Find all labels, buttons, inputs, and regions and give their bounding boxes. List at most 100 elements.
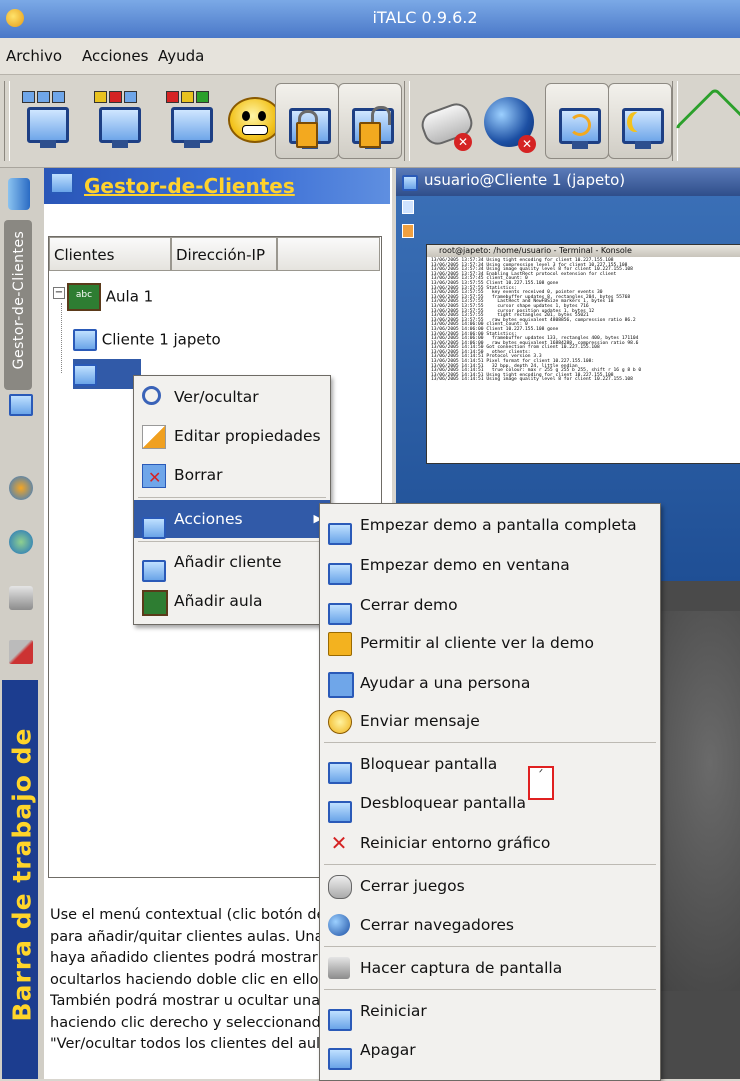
context-menu: Ver/ocultar Editar propiedades ✕ Borrar … xyxy=(133,375,331,625)
fullscreen-demo-icon xyxy=(22,91,65,103)
column-header-clients[interactable]: Clientes xyxy=(49,237,171,271)
add-client-icon xyxy=(142,551,166,582)
unlock-icon xyxy=(328,792,352,823)
client-window-header: usuario@Cliente 1 (japeto) xyxy=(396,168,740,196)
camera-icon[interactable] xyxy=(9,586,33,610)
restart-x-icon: ✕ xyxy=(330,831,348,855)
message-icon xyxy=(228,97,282,143)
network-icon[interactable] xyxy=(9,530,33,554)
close-browsers-button[interactable]: ✕ xyxy=(478,83,540,157)
window-demo-icon xyxy=(94,91,137,103)
client-manager-icon xyxy=(50,172,76,198)
client-manager-tab[interactable]: Gestor-de-Clientes xyxy=(4,220,32,390)
edit-icon xyxy=(142,425,166,449)
help-person-icon xyxy=(328,672,354,698)
tree-item-client-2[interactable]: Cliente 2 xyxy=(73,359,141,413)
client-1-label: Cliente 1 japeto xyxy=(101,330,221,349)
stop-demo-button[interactable] xyxy=(158,83,220,157)
menu-item-cerrar-juegos[interactable]: Cerrar juegos xyxy=(320,867,660,905)
logout-button[interactable] xyxy=(608,83,672,159)
client-manager-tab-label: Gestor-de-Clientes xyxy=(11,230,27,370)
client-manager-title: Gestor-de-Clientes xyxy=(84,174,295,198)
menu-item-anadir-cliente[interactable]: Añadir cliente xyxy=(134,543,330,582)
menu-item-demo-pantalla-completa[interactable]: Empezar demo a pantalla completa xyxy=(320,506,660,545)
menu-bar: Archivo Acciones Ayuda xyxy=(0,38,740,75)
users-icon[interactable] xyxy=(9,476,33,500)
toolbar-separator xyxy=(404,81,410,161)
tree-item-aula[interactable]: abc Aula 1 xyxy=(67,283,153,311)
magnifier-icon xyxy=(142,386,161,405)
message-icon xyxy=(328,710,352,734)
tools-icon[interactable] xyxy=(9,640,33,664)
menu-item-desbloquear[interactable]: Desbloquear pantalla xyxy=(320,784,660,823)
menu-item-cerrar-navegadores[interactable]: Cerrar navegadores xyxy=(320,906,660,944)
zoom-button[interactable] xyxy=(673,83,740,170)
menu-item-cerrar-demo[interactable]: Cerrar demo xyxy=(320,586,660,625)
tree-expander[interactable]: − xyxy=(53,287,65,299)
close-games-icon xyxy=(328,875,352,899)
menu-item-ayudar[interactable]: Ayudar a una persona xyxy=(320,664,660,702)
menu-item-anadir-aula[interactable]: Añadir aula xyxy=(134,582,330,620)
client-icon xyxy=(73,363,97,386)
lock-icon xyxy=(328,753,352,784)
fullscreen-demo-icon xyxy=(328,514,352,545)
client-icon xyxy=(73,329,97,351)
menu-acciones[interactable]: Acciones xyxy=(82,47,148,65)
reboot-icon xyxy=(328,1000,352,1031)
menu-archivo[interactable]: Archivo xyxy=(6,47,62,65)
menu-item-bloquear[interactable]: Bloquear pantalla xyxy=(320,745,660,784)
desktop-icon xyxy=(402,200,414,214)
menu-item-editar-propiedades[interactable]: Editar propiedades xyxy=(134,417,330,455)
workbar-tab[interactable]: Barra de trabajo de xyxy=(2,680,38,1079)
menu-item-demo-ventana[interactable]: Empezar demo en ventana xyxy=(320,546,660,585)
client-2-label: Cliente 2 xyxy=(73,395,140,413)
menu-item-captura[interactable]: Hacer captura de pantalla xyxy=(320,949,660,987)
power-off-icon xyxy=(328,1039,352,1070)
fullscreen-demo-button[interactable] xyxy=(14,83,76,157)
collapse-icon[interactable] xyxy=(8,178,30,210)
actions-icon xyxy=(142,508,166,539)
close-games-button[interactable]: ✕ xyxy=(414,83,477,157)
tree-item-client-1[interactable]: Cliente 1 japeto xyxy=(73,329,221,351)
restart-button[interactable] xyxy=(545,83,609,159)
stop-demo-icon xyxy=(166,91,209,103)
terminal-output: 13/06/2005 13:57:34 Using tight encoding… xyxy=(431,258,642,383)
mouse-cursor-marker: ᐟ xyxy=(528,766,554,800)
lock-button[interactable] xyxy=(275,83,339,159)
menu-item-enviar-mensaje[interactable]: Enviar mensaje xyxy=(320,702,660,740)
toolbar: ✕ ✕ xyxy=(0,75,740,170)
menu-item-reiniciar[interactable]: Reiniciar xyxy=(320,992,660,1031)
menu-item-reiniciar-entorno[interactable]: ✕ Reiniciar entorno gráfico xyxy=(320,824,660,862)
client-manager-tab-icon[interactable] xyxy=(9,394,33,416)
title-bar: iTALC 0.9.6.2 xyxy=(0,0,740,38)
menu-item-ver-ocultar[interactable]: Ver/ocultar xyxy=(134,378,330,416)
classroom-icon: abc xyxy=(67,283,101,311)
client-window-title: usuario@Cliente 1 (japeto) xyxy=(424,171,626,189)
client-manager-header: Gestor-de-Clientes xyxy=(44,168,390,204)
add-classroom-icon xyxy=(142,590,168,616)
menu-item-apagar[interactable]: Apagar xyxy=(320,1031,660,1070)
terminal-window[interactable]: root@japeto: /home/usuario - Terminal - … xyxy=(426,244,740,464)
screen-icon xyxy=(328,632,352,656)
menu-ayuda[interactable]: Ayuda xyxy=(158,47,204,65)
desktop-icon xyxy=(402,224,414,238)
window-demo-icon xyxy=(328,554,352,585)
unlock-button[interactable] xyxy=(338,83,402,159)
window-demo-button[interactable] xyxy=(86,83,148,157)
toolbar-separator xyxy=(4,81,10,161)
menu-item-permitir-ver-demo[interactable]: Permitir al cliente ver la demo xyxy=(320,624,660,662)
aula-label: Aula 1 xyxy=(105,287,154,306)
window-title: iTALC 0.9.6.2 xyxy=(372,8,478,27)
terminal-title: root@japeto: /home/usuario - Terminal - … xyxy=(427,245,740,257)
camera-icon xyxy=(328,957,350,979)
toolbar-separator xyxy=(672,81,678,161)
stop-demo-icon xyxy=(328,594,352,625)
menu-item-acciones[interactable]: Acciones ▶ xyxy=(134,500,330,539)
zoom-icon xyxy=(673,86,740,170)
column-header-empty[interactable] xyxy=(277,237,380,271)
column-header-ip[interactable]: Dirección-IP xyxy=(171,237,277,271)
client-window-icon xyxy=(402,173,418,191)
close-browsers-icon xyxy=(328,914,350,936)
menu-item-borrar[interactable]: ✕ Borrar xyxy=(134,456,330,494)
actions-submenu: Empezar demo a pantalla completa Empezar… xyxy=(319,503,661,1081)
